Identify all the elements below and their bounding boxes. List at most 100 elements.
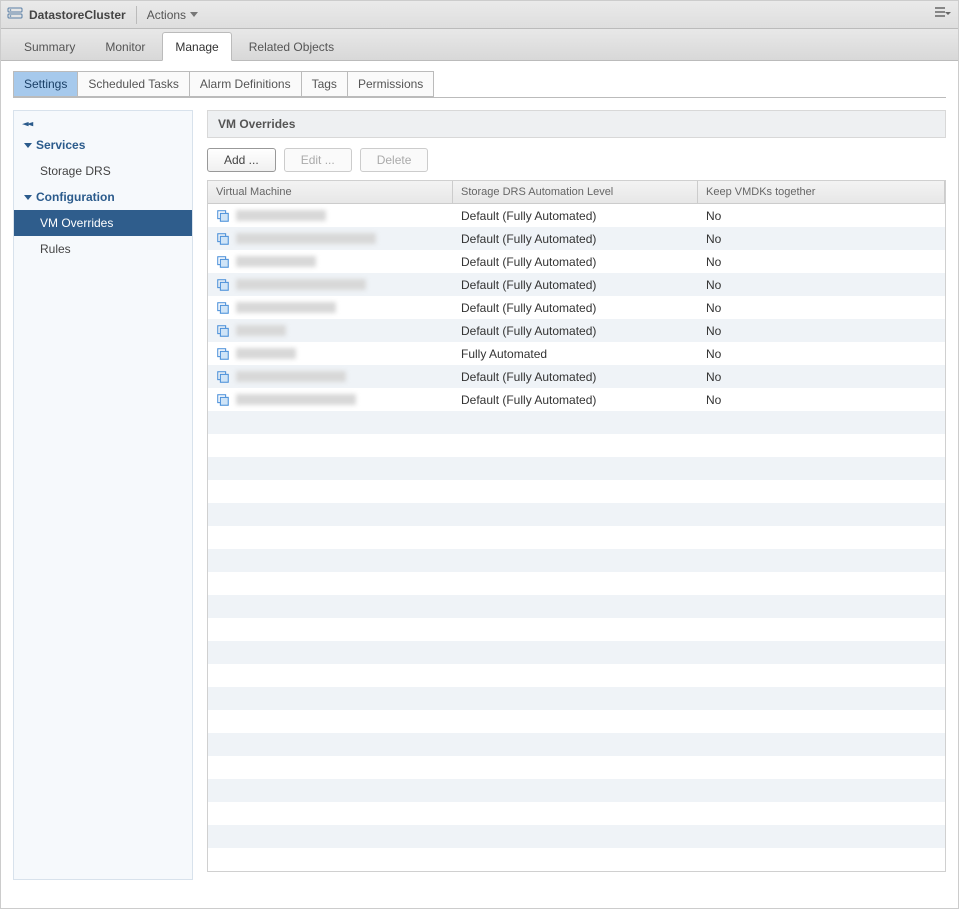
table-row-empty xyxy=(208,641,945,664)
cell-automation: Default (Fully Automated) xyxy=(453,393,698,407)
edit-button[interactable]: Edit ... xyxy=(284,148,352,172)
cell-automation: Default (Fully Automated) xyxy=(453,278,698,292)
table-row-empty xyxy=(208,825,945,848)
chevron-down-icon xyxy=(24,143,32,148)
add-button[interactable]: Add ... xyxy=(207,148,276,172)
column-automation[interactable]: Storage DRS Automation Level xyxy=(453,181,698,203)
table-row[interactable]: Default (Fully Automated)No xyxy=(208,319,945,342)
table-row-empty xyxy=(208,480,945,503)
table-row[interactable]: Fully AutomatedNo xyxy=(208,342,945,365)
table-header: Virtual Machine Storage DRS Automation L… xyxy=(208,181,945,204)
cell-vm xyxy=(208,370,453,384)
actions-menu[interactable]: Actions xyxy=(147,8,198,22)
delete-button[interactable]: Delete xyxy=(360,148,429,172)
cell-automation: Default (Fully Automated) xyxy=(453,232,698,246)
vm-icon xyxy=(216,370,230,384)
vm-name-redacted xyxy=(236,279,366,290)
table-row-empty xyxy=(208,434,945,457)
table-row-empty xyxy=(208,779,945,802)
cell-automation: Default (Fully Automated) xyxy=(453,324,698,338)
subtab-settings[interactable]: Settings xyxy=(13,71,78,97)
table-row[interactable]: Default (Fully Automated)No xyxy=(208,365,945,388)
cell-vmdk: No xyxy=(698,347,945,361)
vm-overrides-panel: VM Overrides Add ... Edit ... Delete Vir… xyxy=(207,110,946,880)
vm-name-redacted xyxy=(236,325,286,336)
table-row-empty xyxy=(208,710,945,733)
table-row-empty xyxy=(208,733,945,756)
table-row-empty xyxy=(208,457,945,480)
titlebar: DatastoreCluster Actions xyxy=(1,1,958,29)
titlebar-divider xyxy=(136,6,137,24)
table-row-empty xyxy=(208,802,945,825)
cell-automation: Default (Fully Automated) xyxy=(453,255,698,269)
chevron-down-icon xyxy=(190,12,198,17)
actions-label: Actions xyxy=(147,8,186,22)
cell-vm xyxy=(208,347,453,361)
subtab-permissions[interactable]: Permissions xyxy=(347,71,434,97)
sidebar-item-rules[interactable]: Rules xyxy=(14,236,192,262)
cell-vmdk: No xyxy=(698,301,945,315)
vm-name-redacted xyxy=(236,348,296,359)
subtab-scheduled-tasks[interactable]: Scheduled Tasks xyxy=(77,71,190,97)
table-row-empty xyxy=(208,664,945,687)
primary-tabs: SummaryMonitorManageRelated Objects xyxy=(1,29,958,61)
vm-name-redacted xyxy=(236,256,316,267)
vm-name-redacted xyxy=(236,233,376,244)
cell-vm xyxy=(208,278,453,292)
cell-vm xyxy=(208,324,453,338)
chevron-down-icon xyxy=(24,195,32,200)
table-row[interactable]: Default (Fully Automated)No xyxy=(208,296,945,319)
table-row[interactable]: Default (Fully Automated)No xyxy=(208,204,945,227)
cell-automation: Fully Automated xyxy=(453,347,698,361)
vm-icon xyxy=(216,324,230,338)
cell-vm xyxy=(208,255,453,269)
vm-icon xyxy=(216,232,230,246)
vm-icon xyxy=(216,209,230,223)
sidebar-group-label: Services xyxy=(36,138,85,152)
table-row[interactable]: Default (Fully Automated)No xyxy=(208,227,945,250)
tab-monitor[interactable]: Monitor xyxy=(92,32,158,60)
table-row[interactable]: Default (Fully Automated)No xyxy=(208,388,945,411)
table-row[interactable]: Default (Fully Automated)No xyxy=(208,273,945,296)
table-body: Default (Fully Automated)NoDefault (Full… xyxy=(208,204,945,871)
vm-name-redacted xyxy=(236,371,346,382)
subtab-tags[interactable]: Tags xyxy=(301,71,348,97)
cell-vmdk: No xyxy=(698,393,945,407)
sidebar-item-storage-drs[interactable]: Storage DRS xyxy=(14,158,192,184)
tab-related-objects[interactable]: Related Objects xyxy=(236,32,347,60)
panel-title: VM Overrides xyxy=(207,110,946,138)
sidebar-collapse-button[interactable]: ◄◄ xyxy=(14,115,192,132)
menu-icon[interactable] xyxy=(934,6,952,23)
cell-vm xyxy=(208,393,453,407)
table-row-empty xyxy=(208,526,945,549)
table-row-empty xyxy=(208,549,945,572)
subtab-alarm-definitions[interactable]: Alarm Definitions xyxy=(189,71,302,97)
table-row[interactable]: Default (Fully Automated)No xyxy=(208,250,945,273)
sidebar-group-configuration[interactable]: Configuration xyxy=(14,184,192,210)
cell-vm xyxy=(208,232,453,246)
tab-summary[interactable]: Summary xyxy=(11,32,88,60)
datastore-cluster-icon xyxy=(7,5,23,24)
tab-manage[interactable]: Manage xyxy=(162,32,231,61)
cell-automation: Default (Fully Automated) xyxy=(453,301,698,315)
sidebar-group-services[interactable]: Services xyxy=(14,132,192,158)
column-vm[interactable]: Virtual Machine xyxy=(208,181,453,203)
cell-vmdk: No xyxy=(698,209,945,223)
cell-vmdk: No xyxy=(698,370,945,384)
sidebar-group-label: Configuration xyxy=(36,190,115,204)
vm-icon xyxy=(216,255,230,269)
vm-name-redacted xyxy=(236,210,326,221)
table-row-empty xyxy=(208,503,945,526)
cell-automation: Default (Fully Automated) xyxy=(453,209,698,223)
table-row-empty xyxy=(208,756,945,779)
sidebar-item-vm-overrides[interactable]: VM Overrides xyxy=(14,210,192,236)
vm-icon xyxy=(216,278,230,292)
vm-icon xyxy=(216,301,230,315)
panel-toolbar: Add ... Edit ... Delete xyxy=(207,138,946,180)
table-row-empty xyxy=(208,618,945,641)
secondary-tabs: SettingsScheduled TasksAlarm Definitions… xyxy=(13,71,946,98)
column-vmdk[interactable]: Keep VMDKs together xyxy=(698,181,945,203)
table-row-empty xyxy=(208,595,945,618)
settings-sidebar: ◄◄ Services Storage DRS Configuration VM Ov… xyxy=(13,110,193,880)
cell-vmdk: No xyxy=(698,278,945,292)
